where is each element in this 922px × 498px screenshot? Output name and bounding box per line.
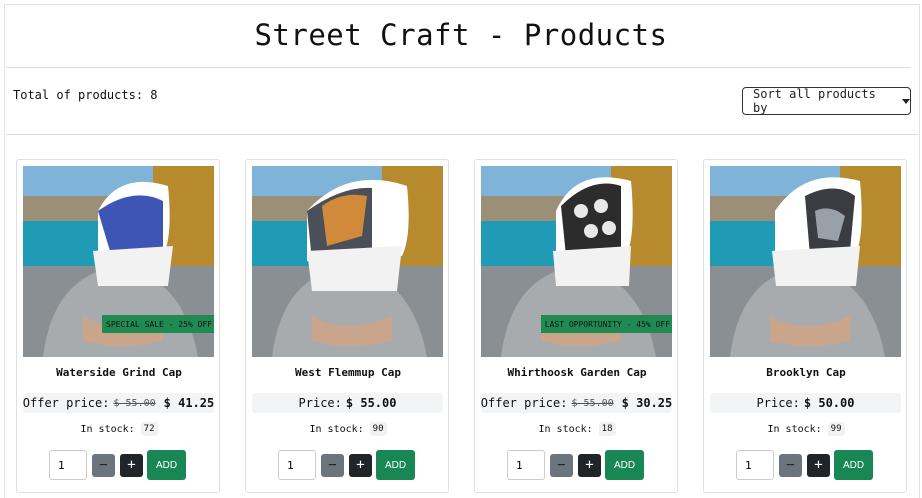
old-price: $ 55.00	[571, 397, 614, 409]
decrement-button[interactable]: −	[321, 453, 344, 477]
price-box: Offer price: $ 55.00 $ 30.25	[481, 393, 672, 413]
product-card: LAST OPPORTUNITY - 45% OFF Whirthoosk Ga…	[474, 159, 678, 493]
product-image[interactable]: SPECIAL SALE - 25% OFF	[23, 166, 214, 357]
product-image[interactable]	[710, 166, 901, 357]
caret-down-icon	[902, 98, 910, 104]
decrement-button[interactable]: −	[550, 453, 573, 477]
price-box: Price: $ 50.00	[710, 393, 901, 413]
price-box: Offer price: $ 55.00 $ 41.25	[23, 393, 214, 413]
cart-controls: − + ADD	[736, 450, 873, 480]
quantity-input[interactable]	[49, 450, 87, 480]
cart-controls: − + ADD	[49, 450, 186, 480]
product-name: Waterside Grind Cap	[56, 366, 182, 379]
stock-info: In stock: 90	[246, 422, 450, 436]
add-to-cart-button[interactable]: ADD	[147, 450, 186, 480]
increment-button[interactable]: +	[807, 453, 830, 477]
add-to-cart-button[interactable]: ADD	[605, 450, 644, 480]
total-products-text: Total of products: 8	[13, 88, 158, 102]
cart-controls: − + ADD	[278, 450, 415, 480]
stock-info: In stock: 72	[17, 422, 221, 436]
stock-label: In stock:	[80, 423, 135, 435]
stock-label: In stock:	[309, 423, 364, 435]
cart-controls: − + ADD	[507, 450, 644, 480]
current-price: $ 55.00	[345, 396, 397, 410]
stock-count: 72	[140, 422, 158, 436]
increment-button[interactable]: +	[578, 453, 601, 477]
increment-button[interactable]: +	[349, 453, 372, 477]
product-name: West Flemmup Cap	[295, 366, 401, 379]
current-price: $ 30.25	[621, 396, 673, 410]
product-image[interactable]	[252, 166, 443, 357]
add-to-cart-button[interactable]: ADD	[834, 450, 873, 480]
current-price: $ 50.00	[803, 396, 855, 410]
divider	[6, 134, 918, 135]
increment-button[interactable]: +	[120, 453, 143, 477]
decrement-button[interactable]: −	[92, 453, 115, 477]
sale-badge: SPECIAL SALE - 25% OFF	[102, 315, 214, 333]
stock-count: 90	[369, 422, 387, 436]
old-price: $ 55.00	[113, 397, 156, 409]
stock-info: In stock: 18	[475, 422, 679, 436]
price-label: Offer price:	[22, 396, 110, 410]
sort-dropdown-button[interactable]: Sort all products by	[742, 87, 911, 115]
price-label: Price:	[756, 396, 800, 410]
current-price: $ 41.25	[163, 396, 215, 410]
stock-label: In stock:	[767, 423, 822, 435]
product-card: West Flemmup Cap Price: $ 55.00 In stock…	[245, 159, 449, 493]
sort-dropdown-label: Sort all products by	[753, 87, 876, 115]
product-image[interactable]: LAST OPPORTUNITY - 45% OFF	[481, 166, 672, 357]
decrement-button[interactable]: −	[779, 453, 802, 477]
price-label: Price:	[298, 396, 342, 410]
product-name: Brooklyn Cap	[766, 366, 846, 379]
divider	[6, 67, 910, 68]
stock-label: In stock:	[538, 423, 593, 435]
sale-badge: LAST OPPORTUNITY - 45% OFF	[540, 315, 672, 333]
quantity-input[interactable]	[507, 450, 545, 480]
product-name: Whirthoosk Garden Cap	[507, 366, 647, 379]
stock-count: 99	[827, 422, 845, 436]
quantity-input[interactable]	[736, 450, 774, 480]
product-card: Brooklyn Cap Price: $ 50.00 In stock: 99…	[703, 159, 907, 493]
product-card: SPECIAL SALE - 25% OFF Waterside Grind C…	[16, 159, 220, 493]
page-title: Street Craft - Products	[254, 18, 668, 52]
add-to-cart-button[interactable]: ADD	[376, 450, 415, 480]
price-box: Price: $ 55.00	[252, 393, 443, 413]
price-label: Offer price:	[480, 396, 568, 410]
quantity-input[interactable]	[278, 450, 316, 480]
stock-count: 18	[598, 422, 616, 436]
stock-info: In stock: 99	[704, 422, 908, 436]
